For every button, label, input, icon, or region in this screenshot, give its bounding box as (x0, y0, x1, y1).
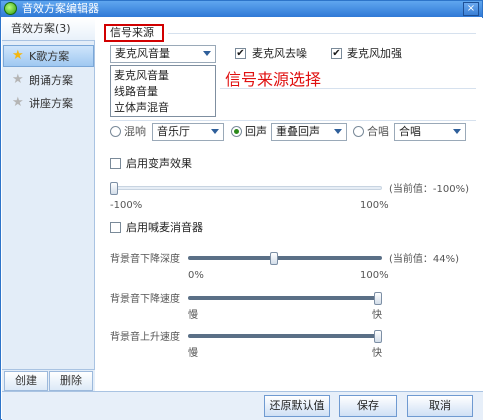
section-divider (110, 120, 476, 121)
create-scheme-button[interactable]: 创建 (4, 371, 48, 391)
save-button[interactable]: 保存 (339, 395, 397, 417)
sidebar-item-recitation[interactable]: ★ 朗诵方案 (3, 69, 94, 91)
reverb-label: 混响 (124, 125, 146, 138)
mic-noise-reduction-label: 麦克风去噪 (252, 47, 307, 60)
dropdown-option-mic-volume[interactable]: 麦克风音量 (114, 69, 169, 83)
cancel-button[interactable]: 取消 (407, 395, 473, 417)
bg-fall-speed-min-label: 慢 (188, 310, 198, 321)
bg-rise-speed-slider-track[interactable] (188, 334, 382, 338)
mic-noise-reduction-checkbox[interactable]: ✔ (235, 48, 246, 59)
voice-change-label: 启用变声效果 (126, 157, 192, 170)
star-icon: ★ (12, 95, 24, 110)
voice-change-slider-track[interactable] (110, 186, 382, 190)
signal-source-select[interactable]: 麦克风音量 (110, 45, 216, 63)
chevron-down-icon (203, 51, 211, 56)
dropdown-option-line-volume[interactable]: 线路音量 (114, 85, 158, 99)
voice-change-current-value: (当前值：-100%) (389, 184, 469, 195)
vocal-remover-checkbox[interactable] (110, 222, 121, 233)
bg-depth-slider-track[interactable] (188, 256, 382, 260)
delete-scheme-button[interactable]: 删除 (49, 371, 93, 391)
sidebar-item-karaoke[interactable]: ★ K歌方案 (3, 45, 94, 67)
sidebar-item-label: 朗诵方案 (29, 74, 73, 87)
bg-fall-speed-label: 背景音下降速度 (110, 294, 180, 305)
voice-change-checkbox[interactable] (110, 158, 121, 169)
bg-depth-current-value: (当前值：44%) (389, 254, 460, 265)
signal-source-value: 麦克风音量 (115, 47, 170, 60)
restore-defaults-button[interactable]: 还原默认值 (264, 395, 330, 417)
echo-value: 重叠回声 (276, 125, 320, 138)
dropdown-option-stereo-mix[interactable]: 立体声混音 (114, 101, 169, 115)
voice-change-min-label: -100% (110, 200, 143, 211)
section-divider (220, 88, 476, 89)
star-icon: ★ (12, 72, 24, 87)
bg-fall-speed-slider-thumb[interactable] (374, 292, 382, 305)
vocal-remover-label: 启用喊麦消音器 (126, 221, 203, 234)
chorus-label: 合唱 (367, 125, 389, 138)
reverb-radio[interactable] (110, 126, 121, 137)
bg-rise-speed-min-label: 慢 (188, 348, 198, 359)
bg-depth-label: 背景音下降深度 (110, 254, 180, 265)
sound-scheme-editor-window: 音效方案编辑器 × 音效方案(3) ★ K歌方案 ★ 朗诵方案 ★ 讲座方案 创… (0, 0, 483, 420)
sidebar-item-lecture[interactable]: ★ 讲座方案 (3, 92, 94, 114)
bg-rise-speed-max-label: 快 (372, 348, 382, 359)
sidebar-item-label: 讲座方案 (29, 97, 73, 110)
echo-radio[interactable] (231, 126, 242, 137)
app-icon (4, 2, 17, 15)
signal-source-annotation: 信号来源选择 (225, 70, 322, 89)
mic-boost-checkbox[interactable]: ✔ (331, 48, 342, 59)
title-bar[interactable]: 音效方案编辑器 × (1, 1, 482, 17)
reverb-select[interactable]: 音乐厅 (152, 123, 224, 141)
bg-fall-speed-slider-track[interactable] (188, 296, 382, 300)
bg-rise-speed-slider-thumb[interactable] (374, 330, 382, 343)
scheme-list-tab[interactable]: 音效方案(3) (2, 18, 95, 41)
reverb-value: 音乐厅 (157, 125, 190, 138)
echo-label: 回声 (245, 125, 267, 138)
chorus-select[interactable]: 合唱 (394, 123, 466, 141)
voice-change-max-label: 100% (360, 200, 389, 211)
chorus-value: 合唱 (399, 125, 421, 138)
close-button[interactable]: × (463, 2, 479, 16)
chorus-radio[interactable] (353, 126, 364, 137)
bg-rise-speed-label: 背景音上升速度 (110, 332, 180, 343)
star-icon: ★ (12, 48, 24, 63)
chevron-down-icon (334, 129, 342, 134)
bg-depth-max-label: 100% (360, 270, 389, 281)
chevron-down-icon (211, 129, 219, 134)
voice-change-slider-thumb[interactable] (110, 182, 118, 195)
sidebar-actions: 创建 删除 (2, 369, 95, 391)
sidebar-item-label: K歌方案 (29, 50, 70, 63)
dialog-button-bar: 还原默认值 保存 取消 (2, 391, 483, 420)
signal-source-heading: 信号来源 (104, 24, 164, 42)
bg-depth-slider-thumb[interactable] (269, 252, 278, 265)
bg-depth-min-label: 0% (188, 270, 204, 281)
echo-select[interactable]: 重叠回声 (271, 123, 347, 141)
scheme-sidebar: 音效方案(3) ★ K歌方案 ★ 朗诵方案 ★ 讲座方案 (2, 18, 95, 391)
bg-fall-speed-max-label: 快 (372, 310, 382, 321)
mic-boost-label: 麦克风加强 (347, 47, 402, 60)
section-divider (168, 33, 476, 34)
chevron-down-icon (453, 129, 461, 134)
window-title: 音效方案编辑器 (22, 2, 99, 15)
signal-source-dropdown: 麦克风音量 线路音量 立体声混音 (110, 65, 216, 117)
scheme-settings-panel: 信号来源 麦克风音量 麦克风音量 线路音量 立体声混音 ✔ 麦克风去噪 ✔ 麦克… (96, 18, 483, 391)
